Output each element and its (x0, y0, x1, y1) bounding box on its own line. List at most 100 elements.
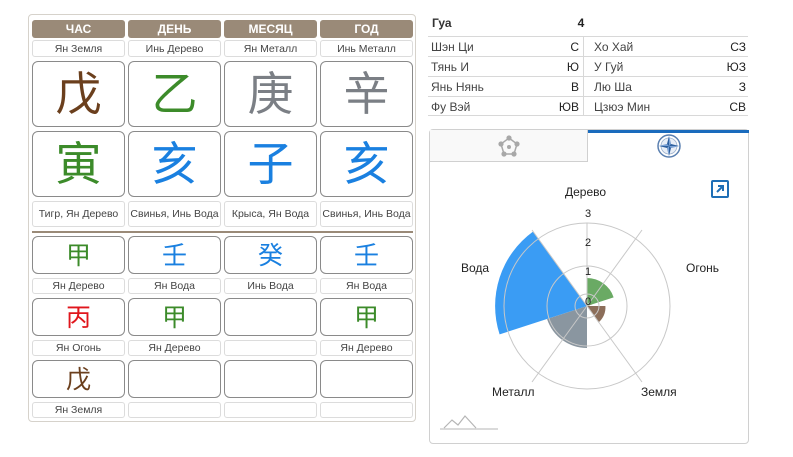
hidden-stem-1-day[interactable]: 壬 (128, 236, 221, 274)
direction-name: Шэн Ци (431, 40, 474, 54)
hidden-stem-1-month[interactable]: 癸 (224, 236, 317, 274)
column-separator (583, 37, 584, 56)
stem-label-day: Инь Дерево (128, 40, 221, 57)
label-earth: Земля (641, 385, 677, 399)
label-wood: Дерево (565, 185, 607, 199)
gua-row: Гуа 4 (428, 12, 748, 36)
branch-label-hour: Тигр, Ян Дерево (32, 201, 125, 227)
column-header-hour: ЧАС (32, 20, 125, 38)
branch-cell-day[interactable]: 亥 (128, 131, 221, 197)
hidden-label-1-day: Ян Вода (128, 278, 221, 294)
stem-label-month: Ян Металл (224, 40, 317, 57)
branch-glyph-hour: 寅 (55, 137, 102, 191)
hidden-stem-2-year[interactable]: 甲 (320, 298, 413, 336)
direction-value: СВ (729, 100, 746, 114)
column-header-day: ДЕНЬ (128, 20, 221, 38)
section-divider (32, 231, 413, 233)
bazi-chart: ЧАС ДЕНЬ МЕСЯЦ ГОД Ян Земля Инь Дерево Я… (28, 14, 416, 422)
hidden-stem-2-month[interactable] (224, 298, 317, 336)
branch-glyph-year: 亥 (343, 137, 390, 191)
branch-label-month: Крыса, Ян Вода (224, 201, 317, 227)
column-separator (583, 57, 584, 76)
direction-row: Фу Вэй ЮВ Цзюэ Мин СВ (428, 96, 748, 116)
hidden-stem-2-hour[interactable]: 丙 (32, 298, 125, 336)
hidden-stem-1-year[interactable]: 壬 (320, 236, 413, 274)
branch-cell-hour[interactable]: 寅 (32, 131, 125, 197)
direction-row: Шэн Ци С Хо Хай СЗ (428, 36, 748, 56)
hidden-stem-3-hour[interactable]: 戊 (32, 360, 125, 398)
direction-name: Цзюэ Мин (594, 100, 651, 114)
hidden-label-3-day (128, 402, 221, 418)
hidden-glyph-2-year: 甲 (353, 302, 379, 332)
column-separator (583, 77, 584, 96)
hidden-stem-3-month[interactable] (224, 360, 317, 398)
branch-cell-month[interactable]: 子 (224, 131, 317, 197)
hidden-glyph-1-hour: 甲 (65, 240, 91, 270)
hidden-label-1-month: Инь Вода (224, 278, 317, 294)
branch-cell-year[interactable]: 亥 (320, 131, 413, 197)
direction-name: Хо Хай (594, 40, 634, 54)
stem-cell-year[interactable]: 辛 (320, 61, 413, 127)
scale-label-1: 1 (585, 266, 592, 278)
stem-glyph-year: 辛 (343, 67, 390, 121)
branch-label-year: Свинья, Инь Вода (320, 201, 413, 227)
hidden-label-2-year: Ян Дерево (320, 340, 413, 356)
hidden-glyph-1-month: 癸 (257, 240, 283, 270)
hidden-label-1-hour: Ян Дерево (32, 278, 125, 294)
label-fire: Огонь (686, 261, 719, 275)
scale-label-0: 0 (585, 296, 592, 308)
hidden-label-2-month (224, 340, 317, 356)
direction-row: Тянь И Ю У Гуй ЮЗ (428, 56, 748, 76)
column-header-year: ГОД (320, 20, 413, 38)
hidden-stem-1-hour[interactable]: 甲 (32, 236, 125, 274)
elements-panel: Дерево Огонь Земля Металл Вода 0 1 2 3 (429, 129, 749, 444)
hidden-stem-3-year[interactable] (320, 360, 413, 398)
scale-label-2: 2 (585, 237, 592, 249)
label-water: Вода (461, 261, 490, 275)
branch-label-day: Свинья, Инь Вода (128, 201, 221, 227)
direction-name: Фу Вэй (431, 100, 471, 114)
column-separator (583, 97, 584, 115)
direction-value: З (738, 80, 746, 94)
branch-glyph-day: 亥 (151, 137, 198, 191)
directions-table: Шэн Ци С Хо Хай СЗ Тянь И Ю У Гуй ЮЗ Янь… (428, 36, 748, 116)
stem-cell-day[interactable]: 乙 (128, 61, 221, 127)
direction-name: Лю Ша (594, 80, 632, 94)
hidden-stem-3-day[interactable] (128, 360, 221, 398)
hidden-glyph-3-hour: 戊 (65, 364, 91, 394)
direction-value: Ю (566, 60, 579, 74)
direction-name: У Гуй (594, 60, 624, 74)
hidden-stem-2-day[interactable]: 甲 (128, 298, 221, 336)
hidden-glyph-2-day: 甲 (161, 302, 187, 332)
scale-label-3: 3 (585, 208, 592, 220)
stem-cell-hour[interactable]: 戊 (32, 61, 125, 127)
hidden-label-3-month (224, 402, 317, 418)
direction-name: Тянь И (431, 60, 469, 74)
elements-radar-chart (440, 222, 671, 430)
stem-glyph-hour: 戊 (55, 67, 102, 121)
direction-value: В (570, 80, 579, 94)
hidden-glyph-1-day: 壬 (161, 240, 187, 270)
hidden-label-2-day: Ян Дерево (128, 340, 221, 356)
gua-value: 4 (577, 16, 585, 30)
column-header-month: МЕСЯЦ (224, 20, 317, 38)
direction-value: С (570, 40, 579, 54)
stem-glyph-day: 乙 (151, 67, 198, 121)
stem-label-hour: Ян Земля (32, 40, 125, 57)
direction-row: Янь Нянь В Лю Ша З (428, 76, 748, 96)
direction-value: ЮВ (558, 100, 579, 114)
direction-value: ЮЗ (726, 60, 746, 74)
label-metal: Металл (492, 385, 535, 399)
hidden-glyph-1-year: 壬 (353, 240, 379, 270)
mountain-icon (443, 415, 477, 429)
direction-name: Янь Нянь (431, 80, 484, 94)
radial-line (586, 229, 643, 307)
hidden-label-3-hour: Ян Земля (32, 402, 125, 418)
direction-value: СЗ (730, 40, 746, 54)
branch-glyph-month: 子 (247, 137, 294, 191)
stem-label-year: Инь Металл (320, 40, 413, 57)
gua-label: Гуа (432, 16, 452, 30)
hidden-label-2-hour: Ян Огонь (32, 340, 125, 356)
stem-cell-month[interactable]: 庚 (224, 61, 317, 127)
hidden-label-1-year: Ян Вода (320, 278, 413, 294)
